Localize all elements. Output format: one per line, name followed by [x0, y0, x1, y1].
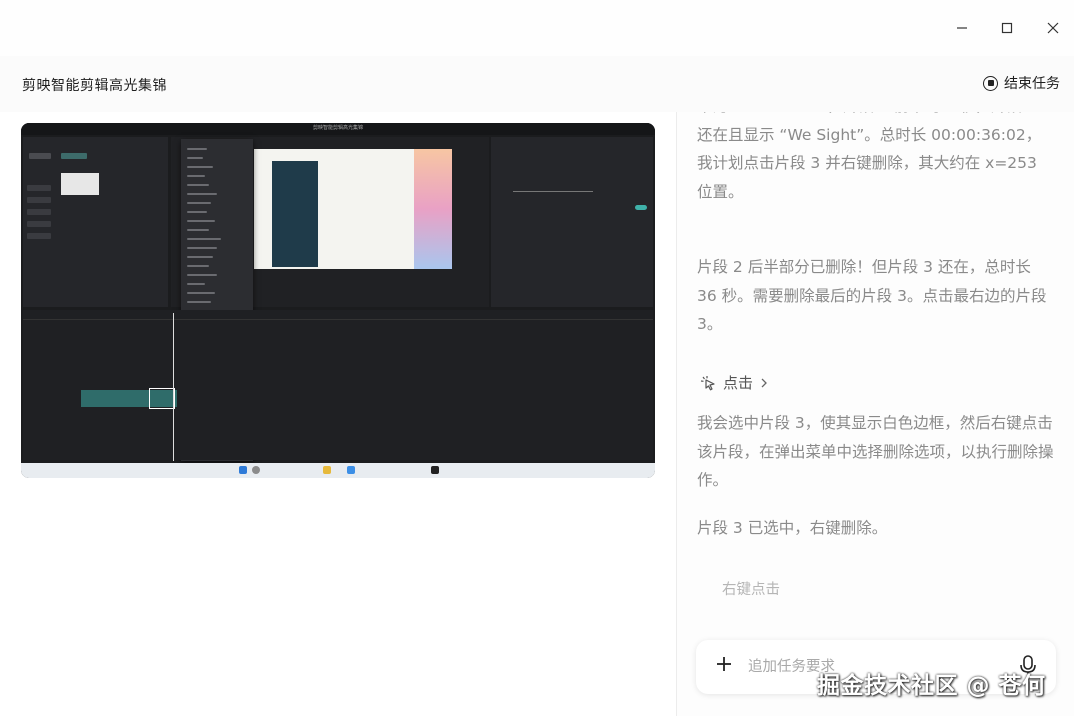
- windows-icon: [239, 466, 247, 474]
- close-icon: [1047, 22, 1059, 34]
- maximize-icon: [1001, 22, 1013, 34]
- agent-message: 片段 3 已选中，右键删除。: [697, 519, 888, 537]
- close-button[interactable]: [1039, 14, 1067, 42]
- maximize-button[interactable]: [993, 14, 1021, 42]
- timeline-panel: [23, 310, 653, 460]
- click-cursor-icon: [700, 375, 715, 390]
- minimize-icon: [957, 27, 967, 29]
- action-label: 点击: [723, 374, 754, 392]
- resume-card: [272, 161, 318, 267]
- media-tab: [29, 153, 51, 159]
- editor-title: 剪映智能剪辑高光集锦: [312, 125, 363, 131]
- menu-chip: [27, 197, 51, 203]
- end-task-label: 结束任务: [1004, 76, 1060, 92]
- timeline-ruler: [23, 319, 653, 320]
- media-thumbnail: [61, 173, 99, 195]
- browser-icon: [347, 466, 355, 474]
- scale-slider: [513, 191, 593, 192]
- pending-action: 右键点击: [722, 582, 780, 598]
- menu-chip: [27, 233, 51, 239]
- properties-panel: [491, 137, 653, 307]
- import-button: [61, 153, 87, 159]
- toggle-switch: [635, 205, 647, 210]
- player-preview: [254, 149, 452, 269]
- files-icon: [323, 466, 331, 474]
- end-task-button[interactable]: 结束任务: [983, 73, 1060, 93]
- playhead: [173, 313, 174, 461]
- os-taskbar: [21, 463, 655, 478]
- app-title: 剪映智能剪辑高光集锦: [22, 78, 167, 94]
- task-screenshot: 剪映智能剪辑高光集锦: [21, 123, 655, 478]
- agent-message: 半为 00:00:21:20，片段 2 前半约 9 秒，片段 3 还在且显示 “…: [697, 112, 1042, 201]
- selected-clip: [149, 388, 175, 409]
- search-icon: [252, 466, 260, 474]
- window-titlebar: [0, 0, 1074, 56]
- plus-icon[interactable]: [714, 654, 734, 674]
- menu-chip: [27, 221, 51, 227]
- action-click[interactable]: 点击: [699, 372, 769, 393]
- menu-chip: [27, 209, 51, 215]
- editor-titlebar: 剪映智能剪辑高光集锦: [21, 123, 655, 135]
- menu-chip: [27, 185, 51, 191]
- stop-icon: [983, 75, 998, 91]
- minimize-button[interactable]: [948, 14, 976, 42]
- agent-message: 片段 2 后半部分已删除！但片段 3 还在，总时长 36 秒。需要删除最后的片段…: [697, 258, 1047, 334]
- app-header: 剪映智能剪辑高光集锦 结束任务: [0, 56, 1074, 112]
- wallpaper-strip: [414, 149, 452, 269]
- agent-log: 半为 00:00:21:20，片段 2 前半约 9 秒，片段 3 还在且显示 “…: [677, 112, 1074, 716]
- watermark: 掘金技术社区 @ 苍何: [817, 673, 1046, 699]
- chevron-right-icon: [761, 378, 767, 387]
- app-icon: [431, 466, 439, 474]
- agent-message: 我会选中片段 3，使其显示白色边框，然后右键点击该片段，在弹出菜单中选择删除选项…: [697, 414, 1054, 490]
